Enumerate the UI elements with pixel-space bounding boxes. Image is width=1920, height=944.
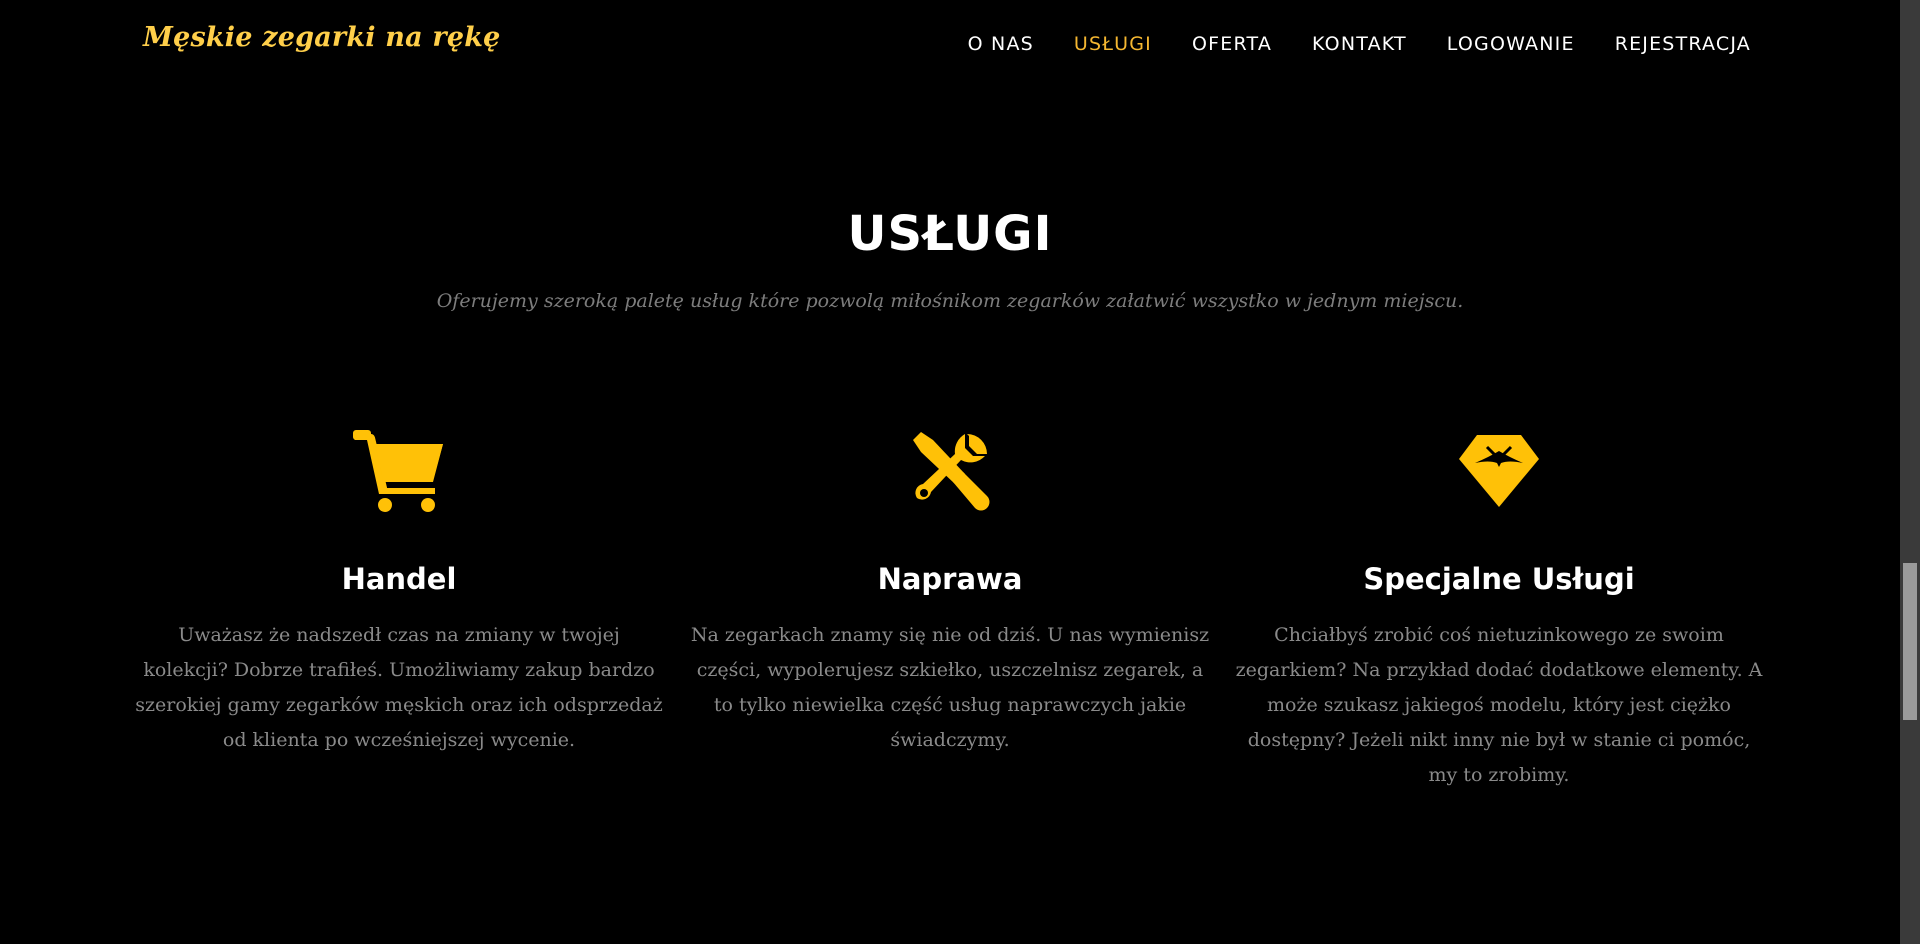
brand-logo[interactable]: Męskie zegarki na rękę — [143, 22, 501, 53]
service-card-specjalne-uslugi: Specjalne Usługi Chciałbyś zrobić coś ni… — [1234, 430, 1764, 793]
tools-icon — [685, 430, 1215, 512]
service-description: Chciałbyś zrobić coś nietuzinkowego ze s… — [1235, 624, 1763, 786]
nav-item-uslugi[interactable]: USŁUGI — [1074, 33, 1152, 55]
nav-item-kontakt[interactable]: KONTAKT — [1312, 33, 1407, 55]
section-subtitle: Oferujemy szeroką paletę usług które poz… — [436, 290, 1464, 312]
nav-item-logowanie[interactable]: LOGOWANIE — [1447, 33, 1575, 55]
nav-item-oferta[interactable]: OFERTA — [1192, 33, 1272, 55]
service-card-naprawa: Naprawa Na zegarkach znamy się nie od dz… — [685, 430, 1215, 758]
nav-item-o-nas[interactable]: O NAS — [968, 33, 1034, 55]
service-title: Naprawa — [877, 562, 1023, 596]
section-title: USŁUGI — [847, 206, 1053, 262]
nav-menu: O NAS USŁUGI OFERTA KONTAKT LOGOWANIE RE… — [928, 33, 1751, 55]
navbar: Męskie zegarki na rękę O NAS USŁUGI OFER… — [0, 0, 1900, 88]
service-card-handel: Handel Uważasz że nadszedł czas na zmian… — [134, 430, 664, 758]
scrollbar-thumb[interactable] — [1903, 563, 1917, 720]
diamond-icon — [1234, 430, 1764, 512]
nav-item-rejestracja[interactable]: REJESTRACJA — [1615, 33, 1751, 55]
service-title: Specjalne Usługi — [1363, 562, 1635, 596]
service-description: Na zegarkach znamy się nie od dziś. U na… — [690, 624, 1210, 751]
service-description: Uważasz że nadszedł czas na zmiany w two… — [135, 624, 663, 751]
service-title: Handel — [341, 562, 457, 596]
cart-icon — [134, 430, 664, 512]
vertical-scrollbar[interactable] — [1900, 0, 1920, 944]
page: Męskie zegarki na rękę O NAS USŁUGI OFER… — [0, 0, 1900, 944]
